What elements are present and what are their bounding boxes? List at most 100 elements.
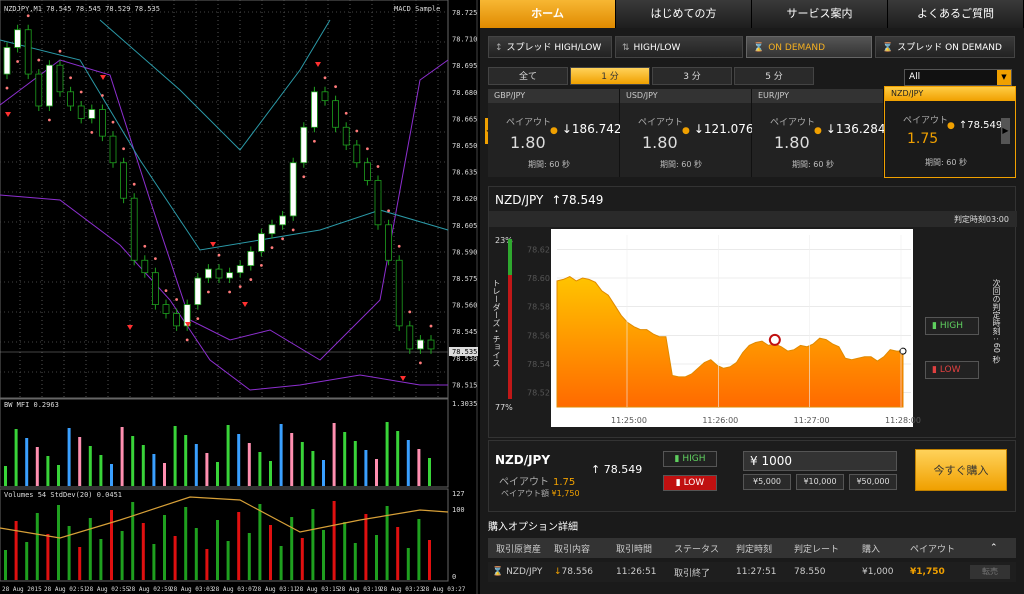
trader-choice-high-bar: [508, 239, 512, 275]
time-tick-label: 28 Aug 03:15: [296, 586, 340, 593]
mfi-bar: [385, 422, 389, 486]
preset-5000-button[interactable]: ¥5,000: [743, 474, 791, 490]
volume-bar: [152, 544, 156, 580]
nav-tab-beginners[interactable]: はじめての方: [616, 0, 752, 28]
sar-dot: [376, 165, 380, 168]
volume-bar: [141, 523, 145, 580]
volume-bar: [57, 505, 60, 580]
asset-card-usdjpy[interactable]: USD/JPY ペイアウト 1.80 ● ↓121.076 期間: 60 秒: [620, 89, 754, 177]
order-high-button[interactable]: ▮ HIGH: [663, 451, 717, 467]
sar-dot: [196, 317, 200, 320]
resell-button[interactable]: 転売: [970, 565, 1010, 579]
volume-bar: [14, 521, 18, 580]
sar-dot: [408, 310, 412, 314]
volume-bar: [311, 509, 315, 580]
time-tick-label: 28 Aug 03:11: [254, 586, 298, 593]
nav-tab-home[interactable]: ホーム: [480, 0, 616, 28]
sar-dot: [26, 14, 30, 18]
y-tick-label: 78.52: [527, 389, 550, 398]
chevron-right-icon[interactable]: ▶: [1001, 118, 1010, 144]
mfi-bar: [67, 428, 71, 486]
volume-bar: [163, 515, 166, 580]
sar-dot: [164, 289, 168, 292]
candle-body: [99, 109, 106, 137]
candle-body: [247, 250, 255, 266]
nav-tab-services[interactable]: サービス案内: [752, 0, 888, 28]
preset-50000-button[interactable]: ¥50,000: [849, 474, 897, 490]
tab-highlow[interactable]: ⇅ HIGH/LOW: [615, 36, 743, 58]
sar-dot: [154, 257, 157, 261]
mfi-bar: [258, 452, 262, 486]
expiry-tab-5min[interactable]: 5 分: [734, 67, 814, 85]
candle-body: [77, 105, 85, 119]
preset-10000-button[interactable]: ¥10,000: [796, 474, 844, 490]
current-price-label: 78.535: [452, 348, 477, 356]
candle-body: [406, 325, 414, 350]
order-low-button[interactable]: ▮ LOW: [663, 475, 717, 491]
expiry-tab-1min[interactable]: 1 分: [570, 67, 650, 85]
mfi-bar: [300, 442, 304, 486]
candle-body: [120, 162, 127, 199]
volume-tick-label: 100: [452, 506, 465, 514]
mt4-chart-canvas[interactable]: 78.725 78.710 78.695 78.680 78.665 78.650 78.6…: [0, 0, 478, 594]
buy-now-button[interactable]: 今すぐ購入: [915, 449, 1007, 491]
mfi-bar: [14, 429, 18, 486]
y-tick-label: 78.54: [527, 360, 550, 369]
sar-dot: [5, 86, 9, 90]
volume-bar: [375, 535, 378, 580]
mfi-bar: [216, 462, 219, 486]
mfi-bar: [163, 463, 166, 486]
mfi-bar: [237, 434, 241, 486]
mt4-chart-window: 78.725 78.710 78.695 78.680 78.665 78.650 78.6…: [0, 0, 478, 594]
volume-bar: [99, 539, 103, 580]
stddev-line: [0, 496, 449, 539]
volume-bar: [258, 504, 262, 580]
mfi-bar: [343, 432, 347, 486]
time-tick-label: 28 Aug 03:27: [422, 586, 466, 593]
candle-body: [257, 233, 265, 252]
volume-bar: [322, 530, 325, 580]
candle-body: [3, 47, 11, 75]
expiry-tab-3min[interactable]: 3 分: [652, 67, 732, 85]
updown-arrows-icon: ⇅: [622, 43, 630, 53]
amount-input[interactable]: ¥ 1000: [743, 451, 897, 471]
volume-bar: [194, 528, 198, 580]
mfi-bar: [375, 459, 378, 486]
mfi-bar: [141, 445, 145, 486]
mfi-bar: [205, 453, 209, 486]
mfi-bar: [406, 440, 410, 486]
envelope-line: [99, 19, 331, 151]
chart-high-button[interactable]: ▮ HIGH: [925, 317, 979, 335]
y-tick-label: 78.56: [527, 331, 550, 340]
sar-dot: [344, 111, 348, 115]
asset-card-eurjpy[interactable]: EUR/JPY ペイアウト 1.80 ● ↓136.284 期間: 60 秒: [752, 89, 886, 177]
candle-body: [236, 265, 244, 274]
candle-body: [24, 29, 32, 75]
asset-card-gbpjpy[interactable]: GBP/JPY ペイアウト 1.80 ● ↓186.742 期間: 60 秒: [488, 89, 622, 177]
volumes-label: Volumes 54 StdDev(20) 0.0451: [4, 491, 123, 499]
sar-dot: [302, 175, 306, 179]
asset-filter-select[interactable]: All ▼: [904, 69, 1012, 86]
asset-card-nzdjpy-selected[interactable]: NZD/JPY ペイアウト 1.75 ● ↑78.549 期間: 60 秒: [884, 86, 1016, 178]
mfi-bar: [353, 441, 357, 486]
expiry-tabs: 全て 1 分 3 分 5 分: [488, 67, 814, 85]
sar-dot: [366, 147, 369, 151]
sar-dot: [48, 118, 51, 122]
tab-on-demand[interactable]: ⌛ ON DEMAND: [746, 36, 872, 58]
price-tick-label: 78.560: [452, 302, 477, 310]
price-tick-label: 78.665: [452, 115, 477, 123]
nav-tab-faq[interactable]: よくあるご質問: [888, 0, 1024, 28]
collapse-icon[interactable]: ⌃: [990, 543, 1012, 553]
sar-dot: [207, 290, 210, 294]
candle-body: [194, 277, 202, 306]
volume-bar: [35, 513, 39, 580]
y-tick-label: 78.58: [527, 303, 550, 312]
tab-spread-highlow[interactable]: ↕ スプレッド HIGH/LOW: [488, 36, 612, 58]
tab-spread-on-demand[interactable]: ⌛ スプレッド ON DEMAND: [875, 36, 1015, 58]
expiry-tab-all[interactable]: 全て: [488, 67, 568, 85]
chart-low-button[interactable]: ▮ LOW: [925, 361, 979, 379]
candle-body: [268, 224, 276, 235]
sar-dot: [90, 131, 94, 134]
mfi-bar: [4, 466, 7, 486]
mfi-bar: [290, 433, 294, 486]
